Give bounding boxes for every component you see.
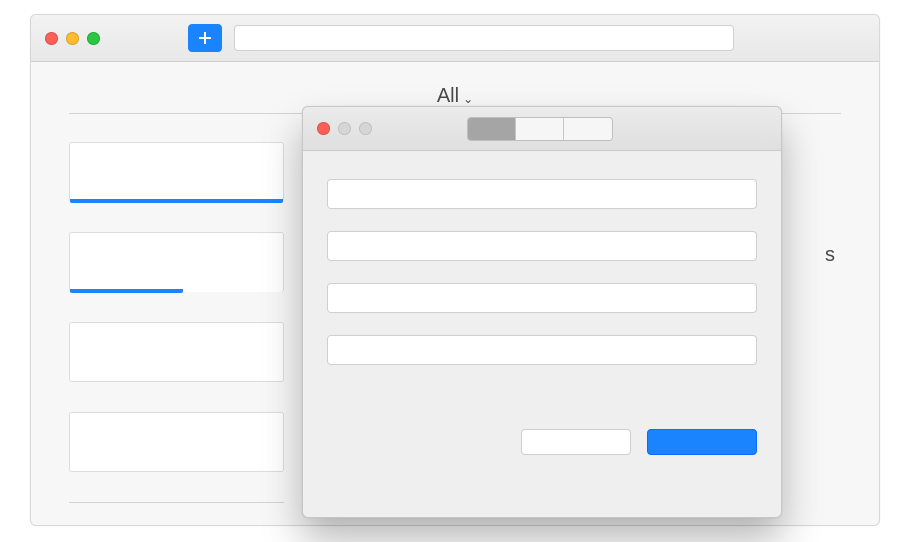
close-icon[interactable] [45, 32, 58, 45]
field-3[interactable] [327, 283, 757, 313]
goal-card[interactable] [69, 322, 284, 382]
goal-card[interactable] [69, 232, 284, 292]
divider [69, 502, 284, 503]
edit-dialog [302, 106, 782, 518]
segment-2[interactable] [516, 118, 564, 140]
zoom-icon [359, 122, 372, 135]
field-2[interactable] [327, 231, 757, 261]
main-titlebar [31, 15, 879, 62]
close-icon[interactable] [317, 122, 330, 135]
minimize-icon[interactable] [66, 32, 79, 45]
dialog-titlebar [303, 107, 781, 151]
plus-icon [197, 30, 213, 46]
traffic-lights [45, 32, 100, 45]
chevron-down-icon: ⌄ [463, 92, 473, 106]
zoom-icon[interactable] [87, 32, 100, 45]
search-input[interactable] [234, 25, 734, 51]
segment-3[interactable] [564, 118, 612, 140]
field-1[interactable] [327, 179, 757, 209]
segment-1[interactable] [468, 118, 516, 140]
filter-selected-label: All [437, 85, 459, 108]
dialog-traffic-lights [317, 122, 372, 135]
goal-card[interactable] [69, 142, 284, 202]
minimize-icon [338, 122, 351, 135]
confirm-button[interactable] [647, 429, 757, 455]
dialog-body [303, 151, 781, 365]
dialog-actions [303, 387, 781, 455]
field-4[interactable] [327, 335, 757, 365]
add-button[interactable] [188, 24, 222, 52]
goals-list [69, 142, 284, 503]
cancel-button[interactable] [521, 429, 631, 455]
goal-card[interactable] [69, 412, 284, 472]
segmented-control[interactable] [467, 117, 613, 141]
